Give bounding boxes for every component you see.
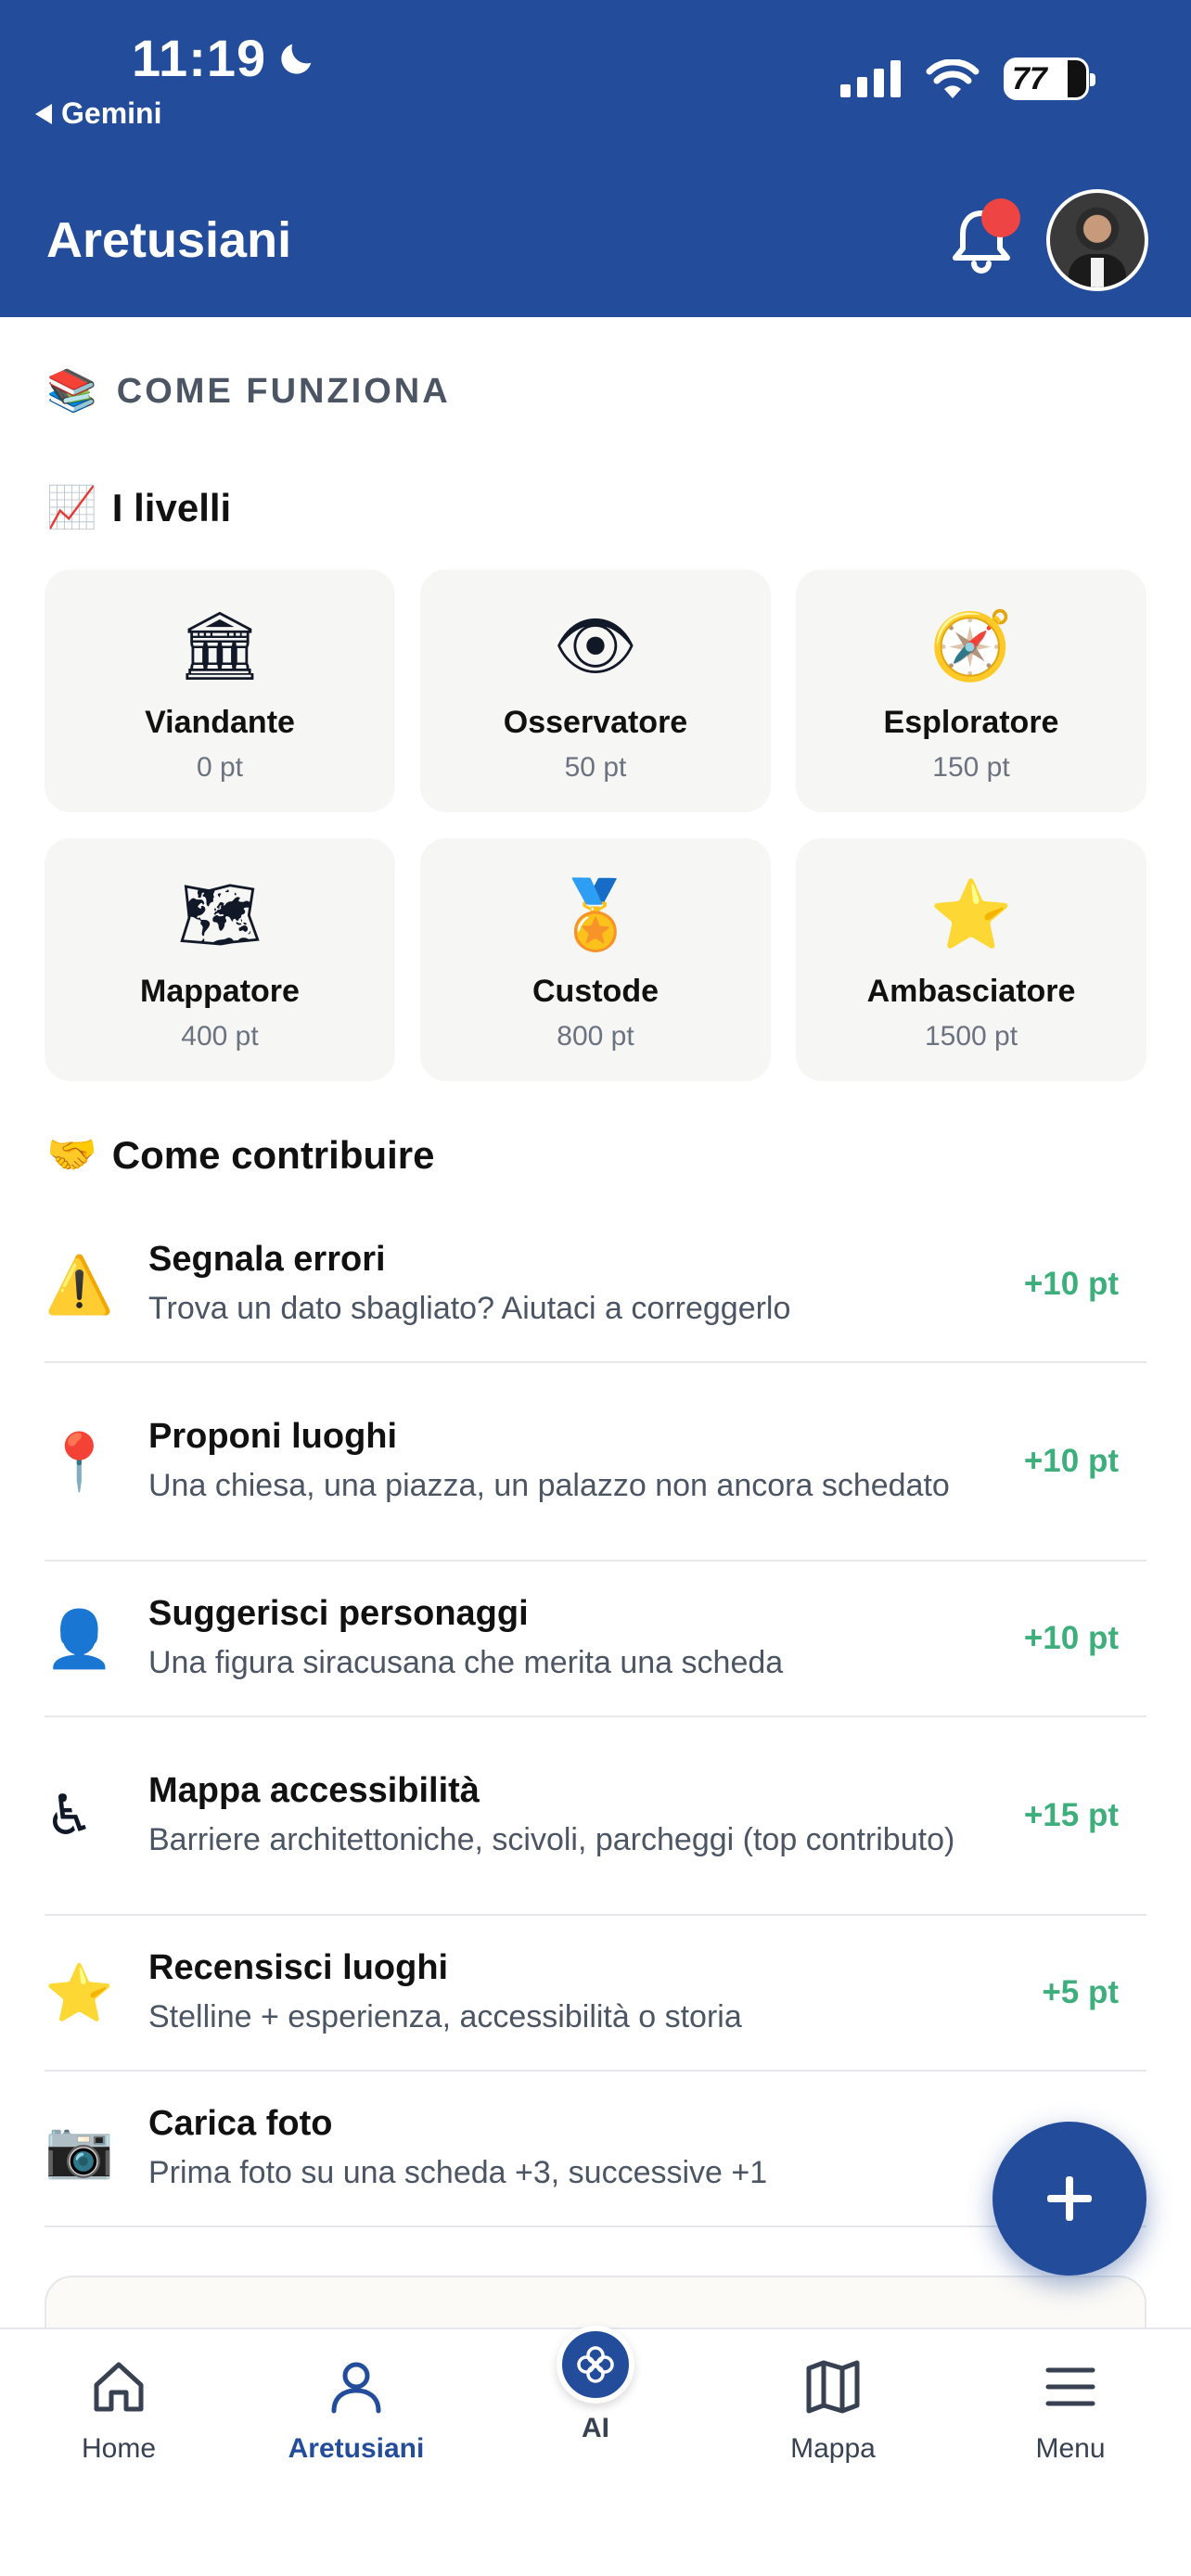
user-icon xyxy=(331,2362,381,2414)
home-icon xyxy=(94,2362,144,2412)
nav-aretusiani[interactable]: Aretusiani xyxy=(263,2357,449,2465)
notification-badge xyxy=(981,198,1020,237)
contribute-item-desc: Trova un dato sbagliato? Aiutaci a corre… xyxy=(148,1290,791,1326)
contribute-item-desc: Stelline + esperienza, accessibilità o s… xyxy=(148,1998,742,2034)
back-app-label: Gemini xyxy=(61,96,162,130)
cellular-signal-icon xyxy=(840,60,901,97)
level-name: Esploratore xyxy=(883,705,1059,740)
page-title: Aretusiani xyxy=(46,212,292,268)
level-card-viandante: 🏛 Viandante 0 pt xyxy=(45,569,395,812)
nav-home[interactable]: Home xyxy=(26,2357,211,2465)
level-points: 150 pt xyxy=(932,752,1010,783)
ai-flower-icon xyxy=(577,2346,614,2383)
levels-heading: 📈 I livelli xyxy=(46,486,231,530)
chart-increasing-icon: 📈 xyxy=(46,484,97,531)
level-points: 800 pt xyxy=(557,1021,634,1052)
nav-ai[interactable]: AI xyxy=(553,2326,638,2444)
contribute-item-title: Segnala errori xyxy=(148,1240,386,1280)
contribute-item-points: +10 pt xyxy=(1023,1620,1119,1656)
person-silhouette-icon: 👤 xyxy=(45,1606,114,1672)
level-card-custode: 🏅 Custode 800 pt xyxy=(420,838,771,1081)
contribute-item-title: Recensisci luoghi xyxy=(148,1948,449,1988)
contribute-item-propose-places[interactable]: 📍 Proponi luoghi Una chiesa, una piazza,… xyxy=(45,1363,1146,1562)
pushpin-icon: 📍 xyxy=(45,1429,114,1495)
battery-percent: 77 xyxy=(1012,60,1047,96)
contribute-item-title: Proponi luoghi xyxy=(148,1417,398,1457)
map-icon xyxy=(806,2360,860,2414)
level-name: Ambasciatore xyxy=(866,974,1076,1009)
wheelchair-icon: ♿ xyxy=(45,1783,95,1848)
nav-mappa-label: Mappa xyxy=(790,2433,876,2464)
level-points: 400 pt xyxy=(181,1021,259,1052)
level-card-mappatore: 🗺 Mappatore 400 pt xyxy=(45,838,395,1081)
nav-ai-label: AI xyxy=(582,2413,609,2443)
how-it-works-label: COME FUNZIONA xyxy=(116,371,451,411)
status-indicators: 77 xyxy=(840,57,1095,100)
status-time: 11:19 xyxy=(132,28,318,88)
nav-menu[interactable]: Menu xyxy=(978,2357,1163,2465)
contribute-item-title: Suggerisci personaggi xyxy=(148,1594,529,1634)
eye-icon: 👁 xyxy=(553,606,638,684)
contribute-item-points: +15 pt xyxy=(1023,1797,1119,1833)
contribute-heading: 🤝 Come contribuire xyxy=(46,1133,435,1178)
level-points: 1500 pt xyxy=(924,1021,1018,1052)
warning-icon: ⚠️ xyxy=(45,1252,114,1318)
levels-grid: 🏛 Viandante 0 pt 👁 Osservatore 50 pt 🧭 E… xyxy=(45,569,1146,1081)
classical-building-icon: 🏛 xyxy=(177,606,263,684)
contribute-title: Come contribuire xyxy=(111,1133,435,1177)
level-card-esploratore: 🧭 Esploratore 150 pt xyxy=(796,569,1146,812)
ai-button[interactable] xyxy=(557,2326,634,2404)
battery-indicator: 77 xyxy=(1004,57,1095,100)
compass-icon: 🧭 xyxy=(929,606,1013,684)
contribute-item-upload-photo[interactable]: 📷 Carica foto Prima foto su una scheda +… xyxy=(45,2072,1146,2227)
contribute-item-desc: Una figura siracusana che merita una sch… xyxy=(148,1644,784,1680)
hamburger-menu-icon xyxy=(1045,2367,1095,2406)
world-map-icon: 🗺 xyxy=(177,874,263,953)
contribute-item-desc: Prima foto su una scheda +3, successive … xyxy=(148,2154,768,2190)
nav-home-label: Home xyxy=(81,2433,157,2464)
nav-mappa[interactable]: Mappa xyxy=(740,2357,926,2465)
contribute-item-desc: Una chiesa, una piazza, un palazzo non a… xyxy=(148,1467,950,1503)
contribute-item-points: +10 pt xyxy=(1023,1266,1119,1302)
app-header: 11:19 Gemini 77 Aretusiani xyxy=(0,0,1191,317)
star-icon: ⭐ xyxy=(929,874,1013,953)
contribute-item-accessibility-map[interactable]: ♿ Mappa accessibilità Barriere architett… xyxy=(45,1717,1146,1916)
camera-icon: 📷 xyxy=(45,2116,114,2182)
wifi-icon xyxy=(926,59,980,98)
add-contribution-button[interactable] xyxy=(992,2122,1146,2276)
level-points: 0 pt xyxy=(196,752,244,783)
nav-menu-label: Menu xyxy=(1035,2433,1106,2464)
level-points: 50 pt xyxy=(564,752,627,783)
back-to-app-link[interactable]: Gemini xyxy=(35,96,161,131)
contribute-item-desc: Barriere architettoniche, scivoli, parch… xyxy=(148,1821,955,1857)
level-name: Mappatore xyxy=(140,974,300,1009)
contribute-item-review-places[interactable]: ⭐ Recensisci luoghi Stelline + esperienz… xyxy=(45,1916,1146,2072)
level-name: Viandante xyxy=(145,705,295,740)
handshake-icon: 🤝 xyxy=(46,1131,97,1179)
contribute-item-suggest-people[interactable]: 👤 Suggerisci personaggi Una figura sirac… xyxy=(45,1562,1146,1717)
moon-icon xyxy=(281,44,312,74)
how-it-works-heading: 📚 COME FUNZIONA xyxy=(46,371,451,412)
battery-nub xyxy=(1090,73,1095,86)
contribute-item-title: Carica foto xyxy=(148,2104,333,2144)
contribute-list: ⚠️ Segnala errori Trova un dato sbagliat… xyxy=(45,1207,1146,2227)
level-card-ambasciatore: ⭐ Ambasciatore 1500 pt xyxy=(796,838,1146,1081)
user-avatar[interactable] xyxy=(1046,189,1148,291)
contribute-item-title: Mappa accessibilità xyxy=(148,1771,480,1811)
level-name: Custode xyxy=(532,974,659,1009)
star-icon: ⭐ xyxy=(45,1960,114,2026)
contribute-item-points: +5 pt xyxy=(1042,1974,1119,2010)
level-name: Osservatore xyxy=(503,705,688,740)
contribute-item-points: +10 pt xyxy=(1023,1443,1119,1479)
levels-title: I livelli xyxy=(111,486,232,529)
bottom-navigation: Home Aretusiani AI Mappa Menu xyxy=(0,2326,1191,2576)
nav-aretusiani-label: Aretusiani xyxy=(288,2433,425,2464)
plus-icon xyxy=(1047,2176,1092,2221)
contribute-item-report-errors[interactable]: ⚠️ Segnala errori Trova un dato sbagliat… xyxy=(45,1207,1146,1363)
books-icon: 📚 xyxy=(46,367,100,414)
level-card-osservatore: 👁 Osservatore 50 pt xyxy=(420,569,771,812)
medal-icon: 🏅 xyxy=(554,874,637,953)
clock-text: 11:19 xyxy=(132,29,267,87)
back-triangle-icon xyxy=(35,103,52,124)
